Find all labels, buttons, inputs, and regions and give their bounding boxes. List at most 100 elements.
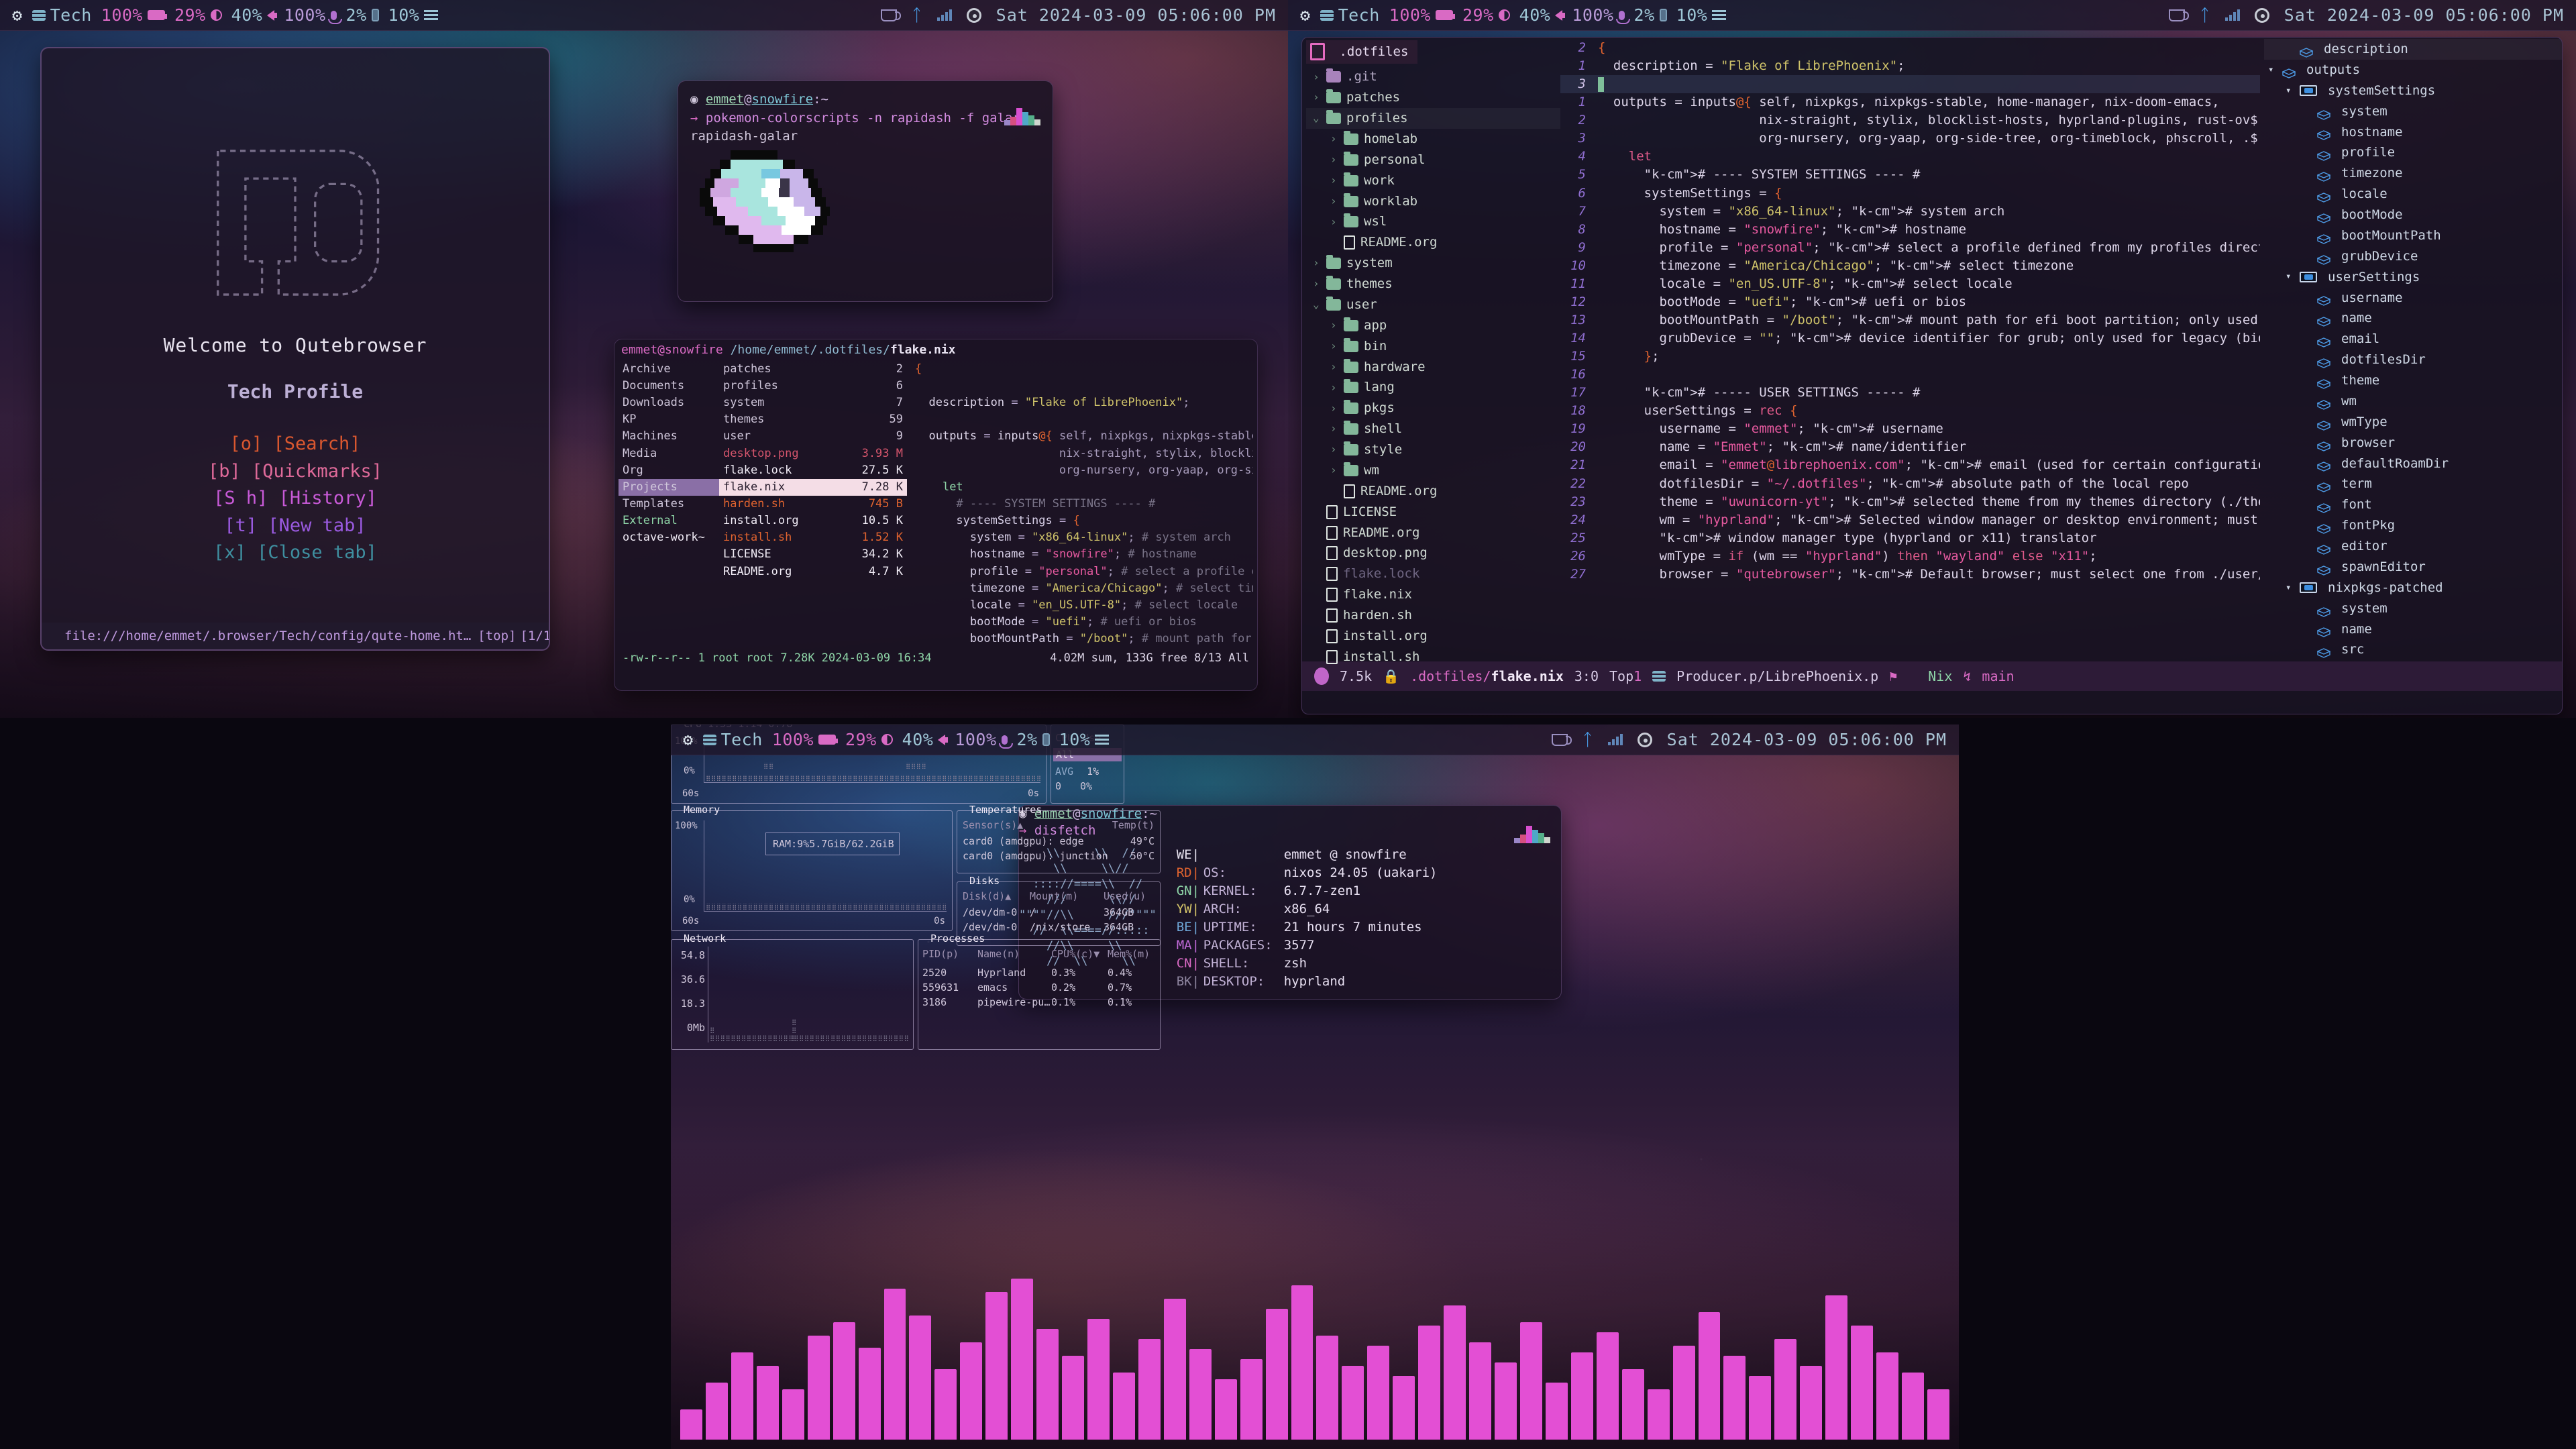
chevron-icon[interactable]: › (1330, 380, 1338, 396)
chevron-icon[interactable]: › (1330, 193, 1338, 209)
cup-icon[interactable] (1552, 733, 1572, 746)
stack-icon[interactable] (1320, 9, 1334, 21)
emacs-imenu-sidebar[interactable]: description ▾ outputs ▾ systemSettings system… (2260, 38, 2562, 661)
treemacs-item[interactable]: › system (1306, 253, 1560, 274)
ranger-current-column[interactable]: patches 2 profiles 6 system 7 themes 59 user 9 des… (719, 361, 907, 649)
gear-icon[interactable]: ⚙ (1300, 5, 1311, 25)
imenu-item[interactable]: email (2264, 329, 2562, 350)
chevron-icon[interactable]: › (1330, 214, 1338, 230)
code-line[interactable]: 6 systemSettings = { (1560, 184, 2260, 203)
triangle-icon[interactable]: ▾ (2286, 84, 2294, 98)
code-line[interactable]: 15 }; (1560, 347, 2260, 366)
cup-icon[interactable] (2169, 9, 2190, 21)
triangle-icon[interactable]: ▾ (2286, 581, 2294, 595)
treemacs-item[interactable]: › work (1306, 170, 1560, 191)
chevron-icon[interactable]: › (1313, 89, 1321, 105)
imenu-item[interactable]: font (2264, 494, 2562, 515)
proc-col-pid[interactable]: PID(p) (922, 948, 977, 960)
chevron-icon[interactable]: ⌄ (1313, 297, 1321, 313)
imenu-item[interactable]: ▾ systemSettings (2264, 80, 2562, 101)
treemacs-item[interactable]: › patches (1306, 87, 1560, 108)
microphone-icon[interactable] (1615, 10, 1630, 24)
treemacs-item[interactable]: › bin (1306, 336, 1560, 357)
gear-icon[interactable]: ⚙ (683, 730, 694, 749)
treemacs-item[interactable]: › style (1306, 439, 1560, 460)
ranger-file-row[interactable]: themes 59 (719, 411, 907, 428)
speaker-icon[interactable] (267, 9, 278, 21)
workspace-label[interactable]: Tech (721, 730, 763, 749)
cup-icon[interactable] (881, 9, 902, 21)
treemacs-item[interactable]: install.sh (1306, 647, 1560, 667)
treemacs-item[interactable]: README.org (1306, 523, 1560, 543)
code-line[interactable]: 1 description = "Flake of LibrePhoenix"; (1560, 57, 2260, 75)
code-line[interactable]: 1 outputs = inputs@{ self, nixpkgs, nixp… (1560, 93, 2260, 111)
code-line[interactable]: 19 username = "emmet"; "k-cm"># username (1560, 420, 2260, 438)
treemacs-item[interactable]: › .git (1306, 66, 1560, 87)
imenu-item[interactable]: dotfilesDir (2264, 350, 2562, 370)
triangle-icon[interactable]: ▾ (2268, 63, 2277, 77)
imenu-item[interactable]: ▾ outputs (2264, 60, 2562, 80)
disc-icon[interactable] (966, 7, 981, 23)
chevron-icon[interactable]: › (1330, 172, 1338, 189)
imenu-item[interactable]: timezone (2264, 163, 2562, 184)
treemacs-item[interactable]: › hardware (1306, 357, 1560, 378)
code-line[interactable]: 25 "k-cm"># window manager type (hyprlan… (1560, 529, 2260, 547)
disk-col-used[interactable]: Used(u) (1104, 890, 1146, 902)
chevron-icon[interactable]: › (1330, 400, 1338, 417)
treemacs-item[interactable]: flake.nix (1306, 584, 1560, 605)
imenu-item[interactable]: editor (2264, 536, 2562, 557)
shortcut-link-search[interactable]: [Search] (274, 433, 361, 454)
code-line[interactable]: 5 "k-cm"># ---- SYSTEM SETTINGS ---- # (1560, 166, 2260, 184)
code-line[interactable]: 8 hostname = "snowfire"; "k-cm"># hostna… (1560, 221, 2260, 239)
code-line[interactable]: 11 locale = "en_US.UTF-8"; "k-cm"># sele… (1560, 275, 2260, 293)
chevron-icon[interactable]: › (1313, 69, 1321, 85)
ranger-parent-item[interactable]: External (619, 513, 719, 529)
stack-icon[interactable] (702, 734, 716, 745)
treemacs-root[interactable]: .dotfiles (1306, 40, 1418, 64)
temp-col-temp[interactable]: Temp(t) (1112, 819, 1155, 831)
microphone-icon[interactable] (998, 735, 1013, 749)
chevron-icon[interactable]: ⌄ (1313, 110, 1321, 126)
imenu-item[interactable]: username (2264, 288, 2562, 309)
code-line[interactable]: 24 wm = "hyprland"; "k-cm"># Selected wi… (1560, 511, 2260, 529)
speaker-icon[interactable] (1555, 9, 1566, 21)
imenu-item[interactable]: term (2264, 474, 2562, 494)
shortcut-link-history[interactable]: [History] (279, 488, 377, 508)
imenu-item[interactable]: profile (2264, 142, 2562, 163)
code-line[interactable]: 17 "k-cm"># ----- USER SETTINGS ----- # (1560, 384, 2260, 402)
shortcut-link-quickmarks[interactable]: [Quickmarks] (252, 461, 382, 482)
temp-col-sensor[interactable]: Sensor(s)▲ (963, 819, 1023, 831)
imenu-item[interactable]: wmType (2264, 412, 2562, 433)
ranger-parent-item[interactable]: Archive (619, 361, 719, 378)
speaker-icon[interactable] (938, 734, 949, 745)
code-line[interactable]: 2{ (1560, 39, 2260, 57)
imenu-item[interactable]: wm (2264, 391, 2562, 412)
treemacs-item[interactable]: desktop.png (1306, 543, 1560, 564)
chevron-icon[interactable]: › (1330, 462, 1338, 478)
code-line[interactable]: 21 email = "emmet@librephoenix.com"; "k-… (1560, 456, 2260, 474)
bluetooth-icon[interactable]: ᛏ (1582, 730, 1593, 749)
ranger-file-row[interactable]: install.sh 1.52 K (719, 529, 907, 546)
code-line[interactable]: 20 name = "Emmet"; "k-cm"># name/identif… (1560, 438, 2260, 456)
microphone-icon[interactable] (327, 10, 342, 24)
imenu-item[interactable]: ▾ userSettings (2264, 267, 2562, 288)
treemacs-item[interactable]: flake.lock (1306, 564, 1560, 584)
code-line[interactable]: 27 browser = "qutebrowser"; "k-cm"># Def… (1560, 566, 2260, 584)
ranger-parent-item[interactable]: Downloads (619, 394, 719, 411)
disc-icon[interactable] (2254, 7, 2269, 23)
code-line[interactable]: 18 userSettings = rec { (1560, 402, 2260, 420)
ranger-file-row[interactable]: README.org 4.7 K (719, 564, 907, 580)
chevron-icon[interactable]: › (1313, 255, 1321, 271)
chevron-icon[interactable]: › (1330, 338, 1338, 354)
imenu-item[interactable]: locale (2264, 184, 2562, 205)
treemacs-item[interactable]: › shell (1306, 419, 1560, 439)
imenu-item[interactable]: patches (2264, 660, 2562, 661)
shortcut-link-newtab[interactable]: [New tab] (268, 515, 366, 536)
imenu-item[interactable]: fontPkg (2264, 515, 2562, 536)
ranger-parent-item[interactable]: Projects (619, 478, 719, 496)
imenu-item[interactable]: defaultRoamDir (2264, 453, 2562, 474)
imenu-item[interactable]: bootMountPath (2264, 225, 2562, 246)
ranger-file-manager-window[interactable]: emmet@snowfire /home/emmet/.dotfiles/fla… (614, 339, 1258, 691)
ranger-parent-item[interactable]: octave-work~ (619, 529, 719, 546)
ranger-file-row[interactable]: flake.lock 27.5 K (719, 462, 907, 479)
